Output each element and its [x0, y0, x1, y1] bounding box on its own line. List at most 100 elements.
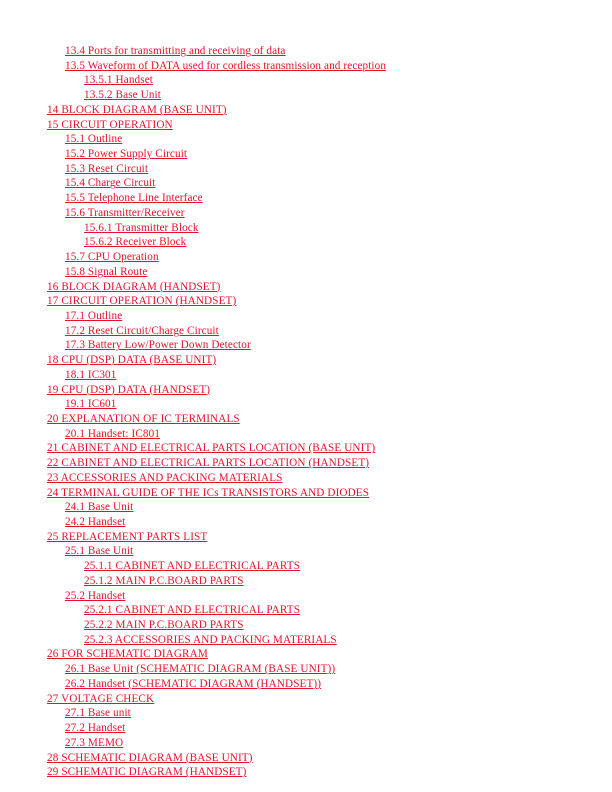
toc-link[interactable]: 13.5.1 Handset [84, 74, 153, 86]
toc-entry: 21 CABINET AND ELECTRICAL PARTS LOCATION… [0, 441, 612, 456]
toc-entry: 15.5 Telephone Line Interface [0, 191, 612, 206]
toc-entry: 24 TERMINAL GUIDE OF THE ICs TRANSISTORS… [0, 486, 612, 501]
toc-entry: 27.2 Handset [0, 721, 612, 736]
toc-link[interactable]: 16 BLOCK DIAGRAM (HANDSET) [47, 281, 221, 293]
toc-link[interactable]: 20.1 Handset: IC801 [65, 428, 160, 440]
toc-entry: 18 CPU (DSP) DATA (BASE UNIT) [0, 353, 612, 368]
toc-entry: 25.1.1 CABINET AND ELECTRICAL PARTS [0, 559, 612, 574]
toc-link[interactable]: 15.7 CPU Operation [65, 251, 159, 263]
toc-link[interactable]: 19 CPU (DSP) DATA (HANDSET) [47, 384, 210, 396]
toc-entry: 27.3 MEMO [0, 736, 612, 751]
toc-link[interactable]: 24 TERMINAL GUIDE OF THE ICs TRANSISTORS… [47, 487, 369, 499]
toc-link[interactable]: 20 EXPLANATION OF IC TERMINALS [47, 413, 240, 425]
toc-link[interactable]: 15.1 Outline [65, 133, 122, 145]
toc-link[interactable]: 17.3 Battery Low/Power Down Detector [65, 339, 251, 351]
toc-link[interactable]: 27.3 MEMO [65, 737, 123, 749]
toc-link[interactable]: 26 FOR SCHEMATIC DIAGRAM [47, 648, 208, 660]
toc-link[interactable]: 13.5.2 Base Unit [84, 89, 161, 101]
toc-link[interactable]: 15.6.1 Transmitter Block [84, 222, 199, 234]
toc-entry: 29 SCHEMATIC DIAGRAM (HANDSET) [0, 765, 612, 780]
toc-entry: 15.7 CPU Operation [0, 250, 612, 265]
toc-entry: 15.6 Transmitter/Receiver [0, 206, 612, 221]
toc-entry: 22 CABINET AND ELECTRICAL PARTS LOCATION… [0, 456, 612, 471]
toc-entry: 25 REPLACEMENT PARTS LIST [0, 530, 612, 545]
toc-link[interactable]: 17 CIRCUIT OPERATION (HANDSET) [47, 295, 236, 307]
toc-entry: 25.2 Handset [0, 589, 612, 604]
toc-link[interactable]: 27.1 Base unit [65, 707, 131, 719]
toc-entry: 15 CIRCUIT OPERATION [0, 118, 612, 133]
toc-entry: 25.2.3 ACCESSORIES AND PACKING MATERIALS [0, 633, 612, 648]
toc-entry: 15.8 Signal Route [0, 265, 612, 280]
toc-link[interactable]: 13.5 Waveform of DATA used for cordless … [65, 60, 386, 72]
toc-entry: 26.2 Handset (SCHEMATIC DIAGRAM (HANDSET… [0, 677, 612, 692]
toc-link[interactable]: 25.1.1 CABINET AND ELECTRICAL PARTS [84, 560, 300, 572]
toc-link[interactable]: 18 CPU (DSP) DATA (BASE UNIT) [47, 354, 216, 366]
toc-entry: 24.2 Handset [0, 515, 612, 530]
toc-link[interactable]: 24.2 Handset [65, 516, 125, 528]
table-of-contents: 13.4 Ports for transmitting and receivin… [0, 44, 612, 780]
toc-entry: 25.2.1 CABINET AND ELECTRICAL PARTS [0, 603, 612, 618]
toc-entry: 15.2 Power Supply Circuit [0, 147, 612, 162]
toc-link[interactable]: 15.5 Telephone Line Interface [65, 192, 203, 204]
toc-entry: 25.1.2 MAIN P.C.BOARD PARTS [0, 574, 612, 589]
toc-link[interactable]: 24.1 Base Unit [65, 501, 133, 513]
toc-entry: 18.1 IC301 [0, 368, 612, 383]
toc-entry: 24.1 Base Unit [0, 500, 612, 515]
toc-entry: 19.1 IC601 [0, 397, 612, 412]
toc-entry: 15.3 Reset Circuit [0, 162, 612, 177]
toc-link[interactable]: 19.1 IC601 [65, 398, 116, 410]
toc-link[interactable]: 26.2 Handset (SCHEMATIC DIAGRAM (HANDSET… [65, 678, 321, 690]
toc-entry: 17.3 Battery Low/Power Down Detector [0, 338, 612, 353]
toc-link[interactable]: 28 SCHEMATIC DIAGRAM (BASE UNIT) [47, 752, 253, 764]
toc-link[interactable]: 25.2 Handset [65, 590, 125, 602]
toc-entry: 13.5.1 Handset [0, 73, 612, 88]
toc-link[interactable]: 25 REPLACEMENT PARTS LIST [47, 531, 207, 543]
toc-link[interactable]: 27 VOLTAGE CHECK [47, 693, 154, 705]
toc-entry: 16 BLOCK DIAGRAM (HANDSET) [0, 280, 612, 295]
toc-entry: 15.1 Outline [0, 132, 612, 147]
toc-link[interactable]: 15.8 Signal Route [65, 266, 147, 278]
toc-link[interactable]: 27.2 Handset [65, 722, 125, 734]
toc-entry: 26.1 Base Unit (SCHEMATIC DIAGRAM (BASE … [0, 662, 612, 677]
toc-link[interactable]: 15.4 Charge Circuit [65, 177, 155, 189]
toc-link[interactable]: 17.2 Reset Circuit/Charge Circuit [65, 325, 219, 337]
toc-link[interactable]: 13.4 Ports for transmitting and receivin… [65, 45, 286, 57]
toc-link[interactable]: 25.1.2 MAIN P.C.BOARD PARTS [84, 575, 244, 587]
toc-link[interactable]: 15.6.2 Receiver Block [84, 236, 186, 248]
toc-entry: 17.1 Outline [0, 309, 612, 324]
toc-entry: 15.6.2 Receiver Block [0, 235, 612, 250]
toc-entry: 20.1 Handset: IC801 [0, 427, 612, 442]
toc-entry: 19 CPU (DSP) DATA (HANDSET) [0, 383, 612, 398]
toc-link[interactable]: 23 ACCESSORIES AND PACKING MATERIALS [47, 472, 283, 484]
toc-entry: 15.6.1 Transmitter Block [0, 221, 612, 236]
toc-entry: 20 EXPLANATION OF IC TERMINALS [0, 412, 612, 427]
toc-link[interactable]: 22 CABINET AND ELECTRICAL PARTS LOCATION… [47, 457, 369, 469]
toc-entry: 27 VOLTAGE CHECK [0, 692, 612, 707]
toc-link[interactable]: 15 CIRCUIT OPERATION [47, 119, 173, 131]
toc-entry: 13.5.2 Base Unit [0, 88, 612, 103]
toc-entry: 25.2.2 MAIN P.C.BOARD PARTS [0, 618, 612, 633]
toc-link[interactable]: 14 BLOCK DIAGRAM (BASE UNIT) [47, 104, 227, 116]
toc-link[interactable]: 25.2.3 ACCESSORIES AND PACKING MATERIALS [84, 634, 337, 646]
toc-link[interactable]: 18.1 IC301 [65, 369, 116, 381]
toc-link[interactable]: 29 SCHEMATIC DIAGRAM (HANDSET) [47, 766, 246, 778]
toc-link[interactable]: 26.1 Base Unit (SCHEMATIC DIAGRAM (BASE … [65, 663, 335, 675]
toc-entry: 23 ACCESSORIES AND PACKING MATERIALS [0, 471, 612, 486]
toc-link[interactable]: 21 CABINET AND ELECTRICAL PARTS LOCATION… [47, 442, 375, 454]
toc-link[interactable]: 15.6 Transmitter/Receiver [65, 207, 185, 219]
toc-link[interactable]: 25.2.2 MAIN P.C.BOARD PARTS [84, 619, 244, 631]
toc-entry: 17.2 Reset Circuit/Charge Circuit [0, 324, 612, 339]
toc-entry: 28 SCHEMATIC DIAGRAM (BASE UNIT) [0, 751, 612, 766]
toc-link[interactable]: 15.2 Power Supply Circuit [65, 148, 187, 160]
toc-entry: 26 FOR SCHEMATIC DIAGRAM [0, 647, 612, 662]
toc-entry: 15.4 Charge Circuit [0, 176, 612, 191]
toc-entry: 17 CIRCUIT OPERATION (HANDSET) [0, 294, 612, 309]
toc-entry: 25.1 Base Unit [0, 544, 612, 559]
toc-link[interactable]: 17.1 Outline [65, 310, 122, 322]
toc-link[interactable]: 25.2.1 CABINET AND ELECTRICAL PARTS [84, 604, 300, 616]
toc-entry: 13.4 Ports for transmitting and receivin… [0, 44, 612, 59]
toc-link[interactable]: 15.3 Reset Circuit [65, 163, 148, 175]
toc-entry: 13.5 Waveform of DATA used for cordless … [0, 59, 612, 74]
toc-entry: 27.1 Base unit [0, 706, 612, 721]
toc-link[interactable]: 25.1 Base Unit [65, 545, 133, 557]
